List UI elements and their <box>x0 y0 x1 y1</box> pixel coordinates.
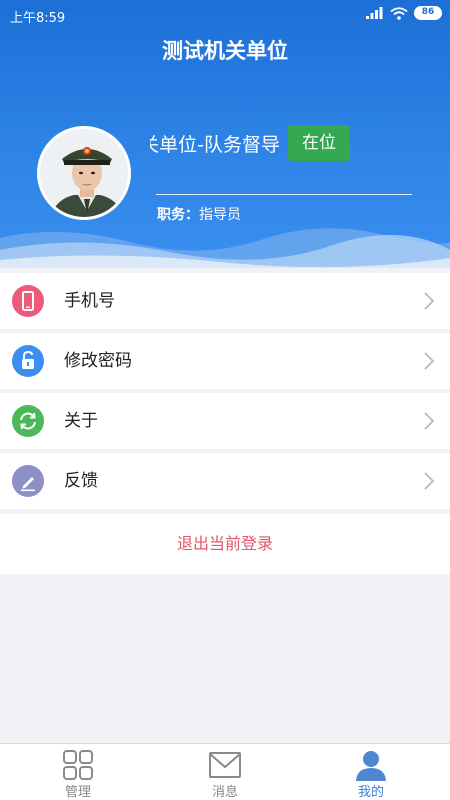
tab-messages[interactable]: 消息 <box>150 744 300 800</box>
chevron-right-icon <box>424 412 434 430</box>
grid-icon <box>63 750 93 780</box>
person-icon <box>356 751 386 781</box>
tab-manage[interactable]: 管理 <box>3 744 153 800</box>
status-bar: 上午8:59 86 <box>0 0 450 30</box>
lock-icon <box>12 345 44 377</box>
menu-item-change-password[interactable]: 修改密码 <box>0 333 450 389</box>
profile-divider <box>156 194 412 195</box>
pencil-icon <box>12 465 44 497</box>
status-icons: 86 <box>366 6 442 20</box>
signal-icon <box>366 7 383 19</box>
status-button[interactable]: 在位 <box>288 125 350 161</box>
tab-mine[interactable]: 我的 <box>296 744 446 800</box>
menu-item-feedback[interactable]: 反馈 <box>0 453 450 509</box>
battery-icon: 86 <box>414 6 442 20</box>
bottom-tab-bar: 管理 消息 我的 <box>0 743 450 800</box>
menu-label-about: 关于 <box>64 411 98 431</box>
profile-header: 上午8:59 86 测试机关单位 单位-队务督导 在位 职务：指导员 <box>0 0 450 268</box>
refresh-icon <box>12 405 44 437</box>
menu-label-phone: 手机号 <box>64 291 115 311</box>
unit-name: 测试机关单位-队务督导 <box>150 134 280 156</box>
tab-label-messages: 消息 <box>211 785 238 800</box>
menu-item-about[interactable]: 关于 <box>0 393 450 449</box>
chevron-right-icon <box>424 352 434 370</box>
logout-button[interactable]: 退出当前登录 <box>0 514 450 574</box>
status-time: 上午8:59 <box>10 11 66 26</box>
tab-label-mine: 我的 <box>357 785 384 800</box>
chevron-right-icon <box>424 292 434 310</box>
menu-item-phone[interactable]: 手机号 <box>0 273 450 329</box>
phone-icon <box>12 285 44 317</box>
page-title: 测试机关单位 <box>162 39 288 63</box>
avatar-image <box>40 129 128 217</box>
avatar[interactable] <box>37 126 131 220</box>
menu-label-change-password: 修改密码 <box>64 351 132 371</box>
mail-icon <box>209 752 241 778</box>
tab-label-manage: 管理 <box>64 785 91 800</box>
menu-label-feedback: 反馈 <box>64 471 98 491</box>
header-waves <box>0 228 450 268</box>
wifi-icon <box>390 6 408 20</box>
chevron-right-icon <box>424 472 434 490</box>
